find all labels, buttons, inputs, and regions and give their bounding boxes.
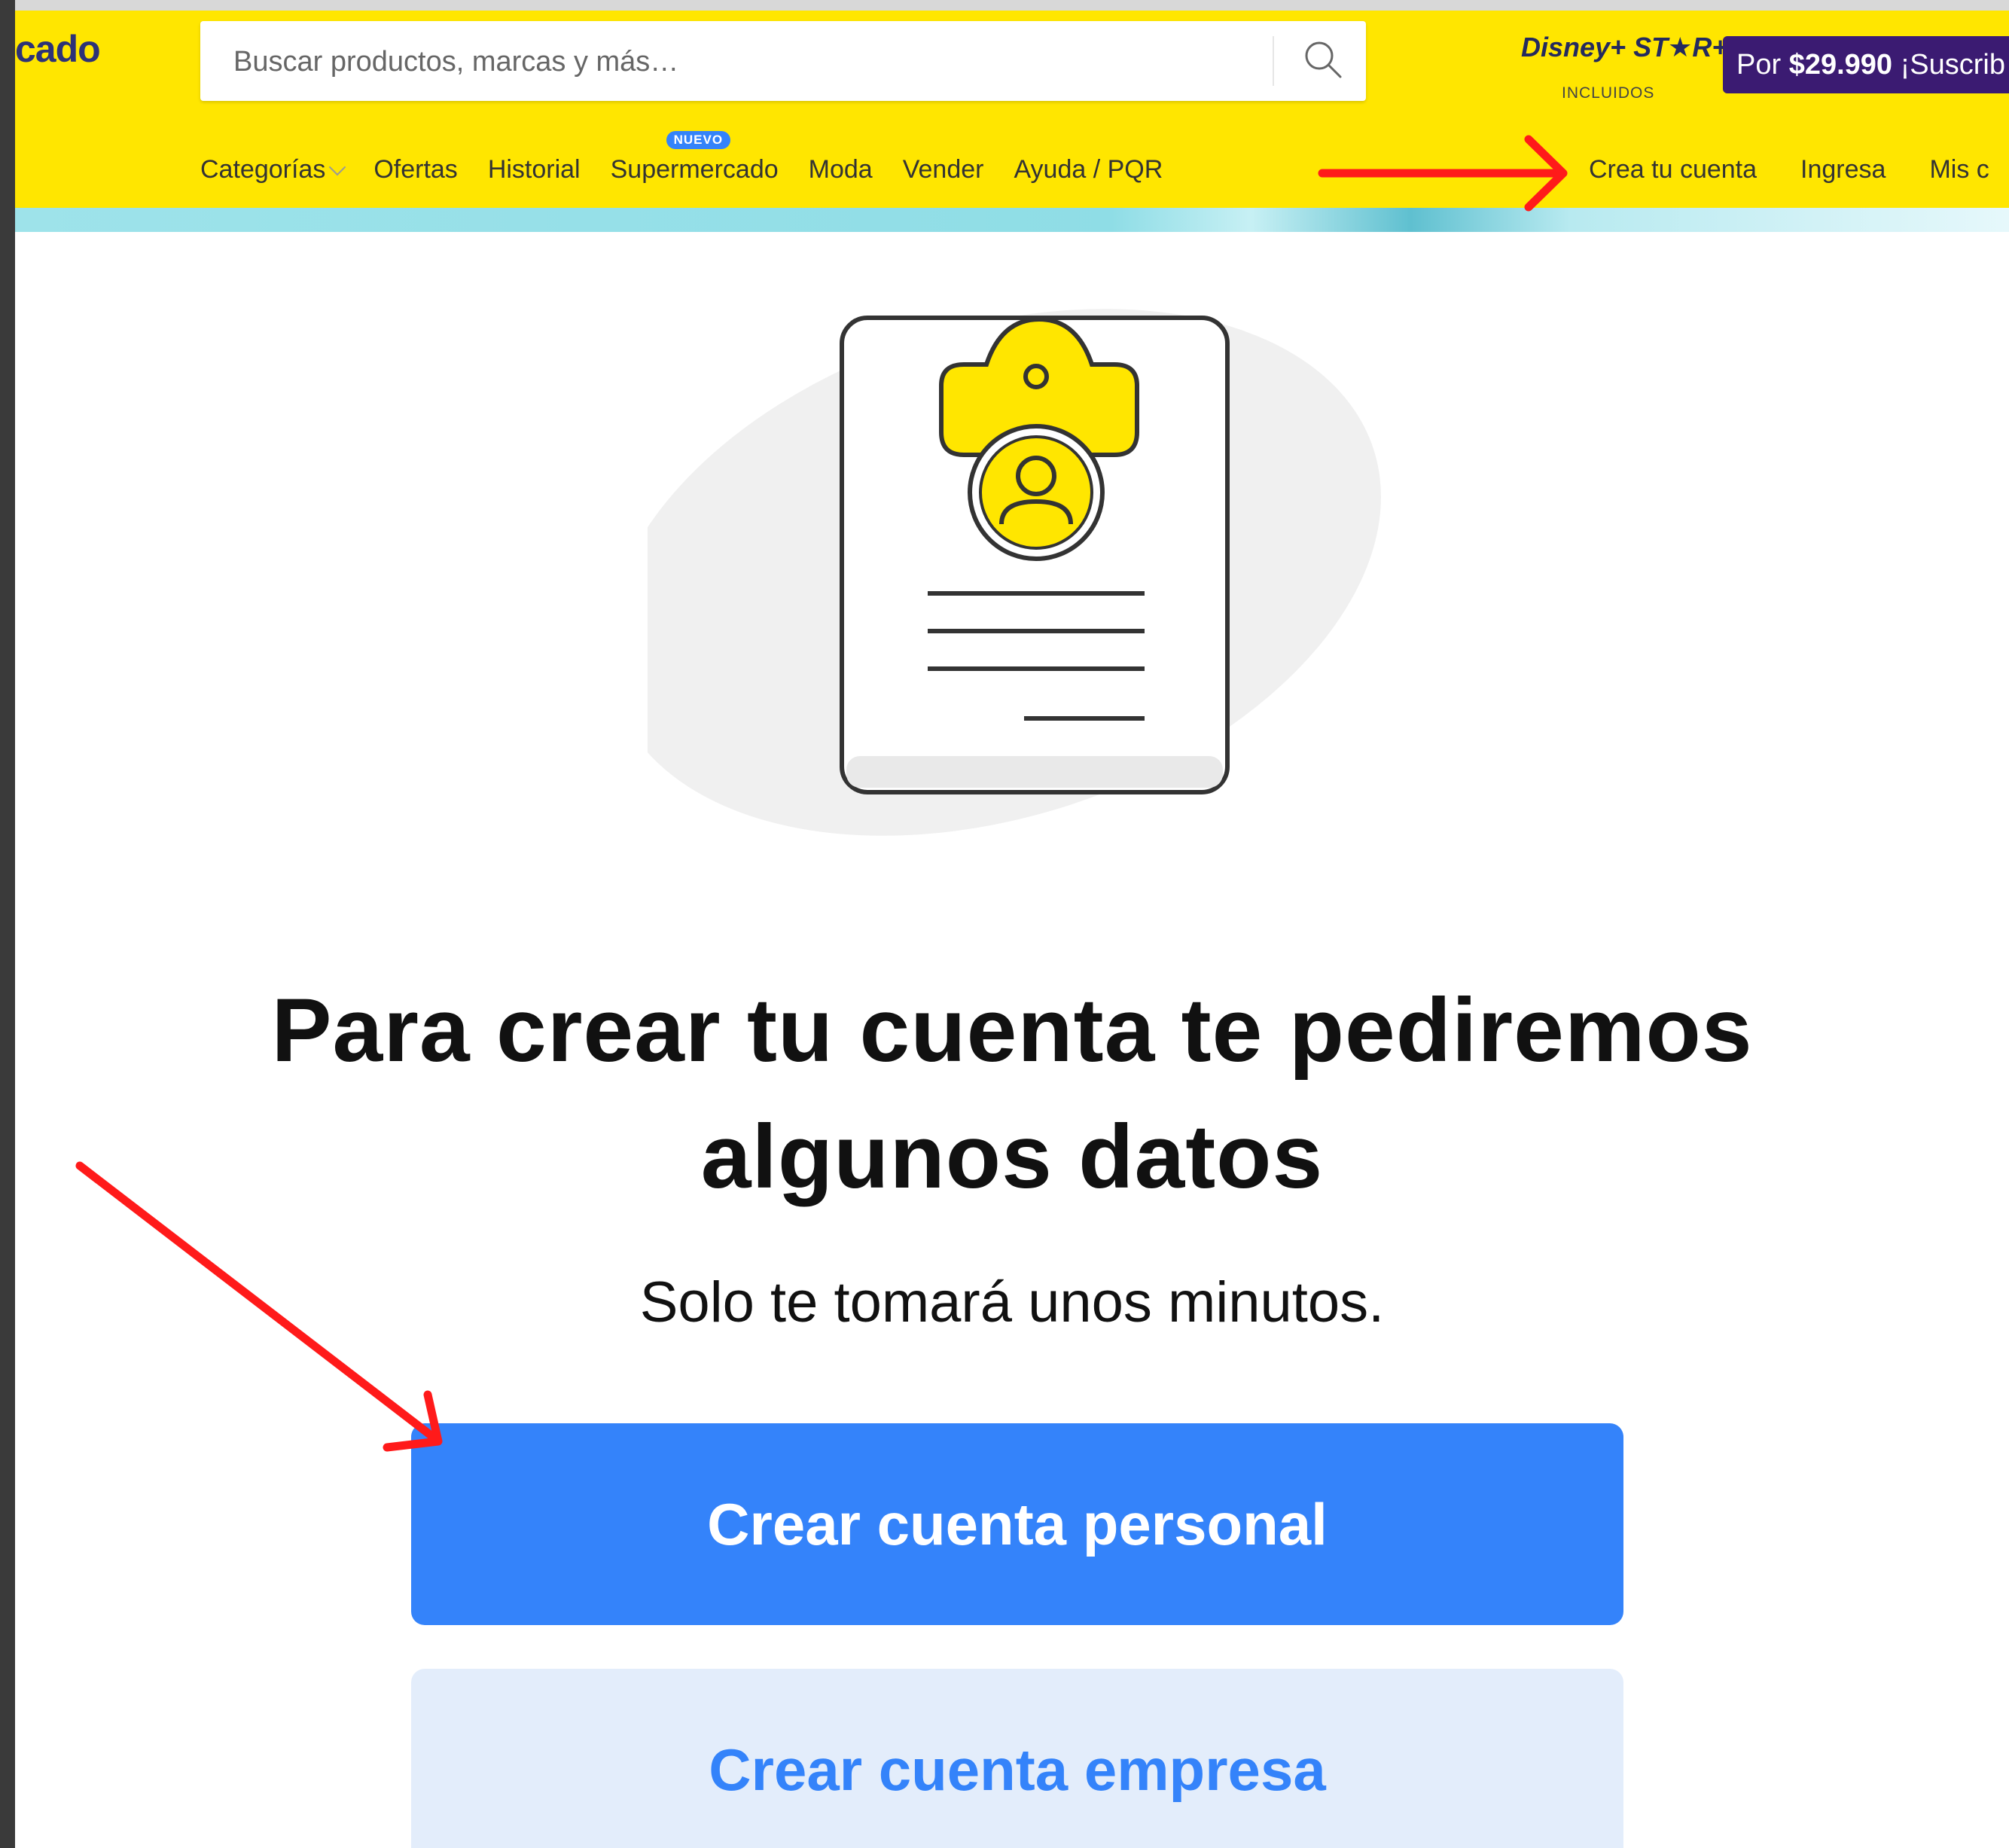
nav-item-ayuda[interactable]: Ayuda / PQR [1014,151,1163,188]
nav-item-categorias[interactable]: Categorías [200,151,346,188]
chevron-down-icon [329,158,346,176]
page-title-line-1: Para crear tu cuenta te pediremos [271,980,1753,1081]
browser-top-strip [0,0,2009,11]
search-input[interactable] [232,21,1274,102]
site-header: cado Disney+ ST★R+ INCLUIDOS Por $29.990… [15,11,2009,208]
main-nav: Categorías Ofertas Historial NUEVO Super… [200,131,1193,188]
clipboard-user-icon [648,309,1381,836]
window-left-edge [0,0,15,1848]
nav-item-moda[interactable]: Moda [809,151,873,188]
page-subtitle: Solo te tomará unos minutos. [639,1270,1385,1334]
nav-item-supermercado[interactable]: NUEVO Supermercado [610,131,779,188]
create-account-link[interactable]: Crea tu cuenta [1589,151,1757,188]
search-divider [1273,36,1274,86]
account-nav: Crea tu cuenta Ingresa Mis c [1589,151,2009,188]
page-title-line-2: algunos datos [700,1106,1324,1207]
site-logo[interactable]: cado [15,27,101,71]
nav-label: Supermercado [610,155,779,184]
promo-brand-text: Disney+ ST★R+ [1521,32,1728,63]
promo-subscribe-button[interactable]: Por $29.990 ¡Suscrib [1723,36,2009,93]
nav-item-ofertas[interactable]: Ofertas [373,151,457,188]
promo-price-prefix: Por [1736,49,1782,81]
nav-label: Categorías [200,155,326,184]
nav-item-vender[interactable]: Vender [903,151,984,188]
disney-star-promo-logo[interactable]: Disney+ ST★R+ INCLUIDOS [1521,24,1727,108]
nav-item-historial[interactable]: Historial [488,151,581,188]
my-purchases-link[interactable]: Mis c [1929,151,1989,188]
page: cado Disney+ ST★R+ INCLUIDOS Por $29.990… [15,11,2009,1848]
search-icon[interactable] [1301,38,1346,83]
new-badge: NUEVO [666,131,731,149]
login-link[interactable]: Ingresa [1800,151,1886,188]
page-title: Para crear tu cuenta te pediremos alguno… [15,967,2009,1220]
search-bar [200,21,1366,102]
promo-brand-sub: INCLUIDOS [1562,84,1655,102]
promo-price: $29.990 [1788,49,1893,81]
promo-cta: ¡Suscrib [1900,49,2006,81]
create-business-account-button[interactable]: Crear cuenta empresa [411,1669,1623,1848]
create-personal-account-button[interactable]: Crear cuenta personal [411,1423,1623,1625]
